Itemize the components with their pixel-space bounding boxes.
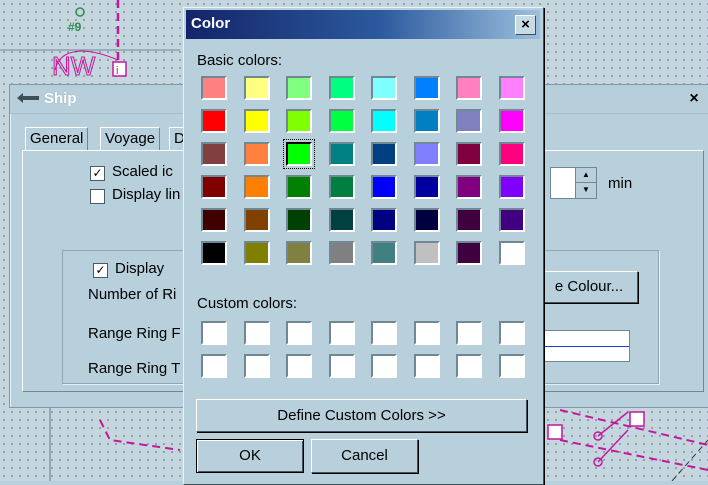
custom-color-swatch[interactable] (328, 321, 355, 345)
basic-colors-label: Basic colors: (197, 52, 283, 69)
basic-color-swatch[interactable] (201, 241, 227, 265)
basic-color-swatch[interactable] (371, 109, 397, 133)
basic-color-swatch[interactable] (328, 241, 355, 265)
custom-color-swatch[interactable] (201, 321, 227, 345)
basic-color-swatch[interactable] (371, 241, 397, 265)
spin-down-icon[interactable]: ▼ (576, 183, 596, 197)
basic-color-swatch[interactable] (286, 109, 312, 133)
line-sample-stroke (541, 346, 629, 347)
basic-color-swatch[interactable] (328, 208, 355, 232)
basic-color-swatch[interactable] (286, 76, 312, 100)
custom-color-swatch[interactable] (413, 354, 440, 378)
tab-voyage[interactable]: Voyage (100, 127, 161, 150)
basic-color-swatch[interactable] (498, 109, 525, 133)
range-ring-label-1: Range Ring F (88, 325, 181, 342)
basic-color-swatch[interactable] (201, 109, 227, 133)
basic-color-swatch[interactable] (413, 76, 440, 100)
ship-window-title: Ship (44, 90, 77, 107)
scaled-icon-checkbox[interactable]: ✓ (90, 166, 105, 181)
line-style-sample[interactable] (540, 330, 630, 362)
define-custom-colors-button[interactable]: Define Custom Colors >> (196, 399, 527, 432)
basic-color-swatch[interactable] (456, 142, 482, 166)
basic-color-swatch[interactable] (243, 76, 270, 100)
basic-color-swatch[interactable] (201, 208, 227, 232)
basic-color-swatch[interactable] (243, 241, 270, 265)
basic-color-swatch[interactable] (243, 208, 270, 232)
basic-color-swatch[interactable] (328, 175, 355, 199)
basic-color-swatch[interactable] (371, 175, 397, 199)
custom-color-swatch[interactable] (498, 354, 525, 378)
basic-color-swatch[interactable] (371, 208, 397, 232)
svg-text:NW: NW (52, 51, 96, 81)
basic-color-swatch[interactable] (456, 208, 482, 232)
basic-color-swatch[interactable] (498, 208, 525, 232)
custom-color-swatch[interactable] (371, 354, 397, 378)
basic-color-swatch[interactable] (413, 109, 440, 133)
display-checkbox[interactable]: ✓ (93, 263, 108, 278)
change-colour-button[interactable]: e Colour... (540, 271, 638, 303)
scaled-icon-label: Scaled ic (112, 163, 173, 180)
color-dialog-close-button[interactable]: × (515, 15, 536, 35)
basic-color-swatch[interactable] (498, 76, 525, 100)
basic-color-swatch[interactable] (456, 76, 482, 100)
display-lines-checkbox[interactable] (90, 189, 105, 204)
color-dialog-titlebar[interactable]: Color × (186, 10, 540, 39)
min-label: min (608, 175, 633, 192)
basic-color-swatch[interactable] (201, 76, 227, 100)
spin-up-icon[interactable]: ▲ (576, 168, 596, 183)
basic-color-swatch[interactable] (328, 76, 355, 100)
ok-button[interactable]: OK (196, 439, 304, 473)
basic-color-swatch[interactable] (413, 241, 440, 265)
basic-color-swatch[interactable] (413, 142, 440, 166)
basic-color-swatch[interactable] (283, 139, 315, 169)
ship-icon (17, 93, 39, 103)
range-ring-label-2: Range Ring T (88, 360, 181, 377)
minutes-spinner[interactable]: ▲ ▼ (575, 167, 597, 199)
basic-color-swatch[interactable] (286, 241, 312, 265)
basic-color-swatch[interactable] (413, 208, 440, 232)
color-dialog-title: Color (191, 15, 231, 32)
basic-color-swatch[interactable] (498, 175, 525, 199)
custom-color-swatch[interactable] (243, 354, 270, 378)
basic-color-swatch[interactable] (498, 241, 525, 265)
basic-color-swatch[interactable] (498, 142, 525, 166)
basic-color-swatch[interactable] (201, 175, 227, 199)
tab-general[interactable]: General (25, 127, 89, 150)
custom-color-swatch[interactable] (243, 321, 270, 345)
basic-color-swatch[interactable] (413, 175, 440, 199)
minutes-input[interactable] (550, 167, 575, 199)
ship-close-button[interactable]: × (686, 91, 702, 107)
custom-colors-label: Custom colors: (197, 295, 298, 312)
basic-color-swatch[interactable] (371, 142, 397, 166)
custom-color-swatch[interactable] (456, 354, 482, 378)
basic-color-swatch[interactable] (243, 175, 270, 199)
chart-marker-label: #9 (68, 20, 82, 34)
custom-color-swatch[interactable] (371, 321, 397, 345)
custom-color-swatch[interactable] (286, 321, 312, 345)
cancel-button[interactable]: Cancel (311, 439, 418, 473)
basic-color-swatch[interactable] (286, 208, 312, 232)
basic-color-swatch[interactable] (243, 142, 270, 166)
basic-color-swatch[interactable] (286, 175, 312, 199)
custom-color-swatch[interactable] (286, 354, 312, 378)
basic-color-swatch[interactable] (456, 175, 482, 199)
basic-color-swatch[interactable] (456, 241, 482, 265)
basic-color-swatch[interactable] (328, 142, 355, 166)
svg-text:i: i (116, 65, 118, 77)
display-lines-label: Display lin (112, 186, 181, 203)
basic-color-swatch[interactable] (456, 109, 482, 133)
basic-color-swatch[interactable] (371, 76, 397, 100)
display-label: Display (115, 260, 165, 277)
number-of-rings-label: Number of Ri (88, 286, 177, 303)
color-dialog: Color × Basic colors: Custom colors: Def… (183, 7, 544, 485)
basic-color-swatch[interactable] (328, 109, 355, 133)
basic-color-swatch[interactable] (201, 142, 227, 166)
custom-color-swatch[interactable] (201, 354, 227, 378)
custom-color-swatch[interactable] (413, 321, 440, 345)
custom-color-swatch[interactable] (456, 321, 482, 345)
basic-color-swatch[interactable] (243, 109, 270, 133)
custom-color-swatch[interactable] (498, 321, 525, 345)
custom-color-swatch[interactable] (328, 354, 355, 378)
